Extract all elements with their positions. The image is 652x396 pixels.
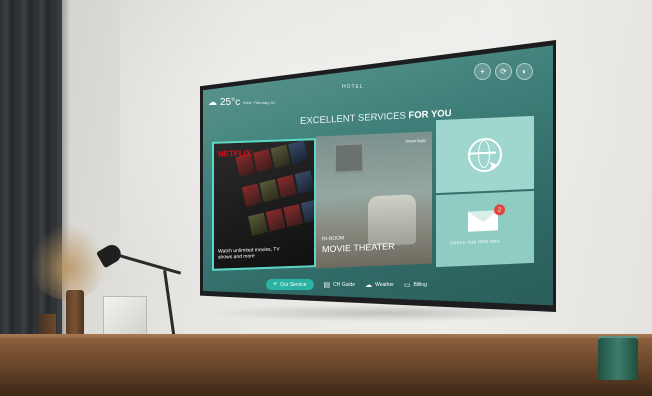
wooden-shelf bbox=[0, 338, 652, 396]
menu-item-weather[interactable]: ☁ Weather bbox=[365, 281, 394, 289]
poster bbox=[294, 170, 315, 194]
mail-tile[interactable]: 2 CHECK THE NEW MAIL bbox=[436, 190, 534, 268]
netflix-text: Watch unlimited movies, TV shows and mor… bbox=[218, 246, 280, 261]
poster bbox=[253, 149, 273, 173]
top-icon-bar: + ⟳ ◐ bbox=[474, 63, 533, 80]
mail-count-badge: 2 bbox=[494, 204, 505, 216]
hotel-label: HOTEL bbox=[342, 84, 364, 90]
room-scene: ☁ 25°c Wed, February 01 HOTEL + ⟳ ◐ EXCE… bbox=[0, 0, 652, 396]
menu-label: Our Service bbox=[280, 281, 307, 288]
armchair bbox=[368, 194, 416, 247]
poster bbox=[259, 178, 280, 203]
poster bbox=[248, 212, 268, 237]
movie-theater-title: MOVIE THEATER bbox=[322, 241, 395, 255]
menu-label: Weather bbox=[375, 281, 394, 288]
web-tile[interactable]: ➤ bbox=[436, 115, 534, 194]
poster bbox=[265, 208, 286, 232]
movie-theater-subtitle: IN-ROOM bbox=[322, 235, 345, 243]
menu-label: Billing bbox=[413, 281, 427, 288]
menu-item-billing[interactable]: ▭ Billing bbox=[404, 281, 427, 289]
speaker bbox=[598, 338, 638, 380]
tv-guide-icon: ▤ bbox=[323, 281, 331, 289]
smart-apps-label: Smart Apps bbox=[405, 137, 426, 144]
globe-icon[interactable]: ◐ bbox=[516, 63, 533, 80]
poster bbox=[300, 199, 316, 224]
mail-text: CHECK THE NEW MAIL bbox=[450, 238, 502, 246]
poster bbox=[283, 204, 304, 228]
poster bbox=[288, 140, 309, 164]
dried-flowers bbox=[28, 220, 108, 300]
plus-icon: + bbox=[273, 281, 278, 288]
poster bbox=[270, 144, 291, 168]
weather-widget: ☁ 25°c Wed, February 01 bbox=[208, 97, 275, 108]
movie-theater-tile[interactable]: Smart Apps IN-ROOM MOVIE THEATER bbox=[316, 131, 432, 269]
wall-picture bbox=[334, 142, 364, 174]
menu-item-ch-guide[interactable]: ▤ CH Guide bbox=[324, 281, 356, 289]
poster bbox=[276, 174, 297, 198]
poster bbox=[241, 183, 262, 207]
cursor-icon: ➤ bbox=[488, 157, 499, 173]
vase bbox=[66, 290, 84, 336]
bottom-menu: + Our Service ▤ CH Guide ☁ Weather ▭ Bil… bbox=[266, 279, 427, 290]
temperature: 25°c bbox=[220, 97, 241, 108]
netflix-logo: NETFLIX bbox=[218, 148, 252, 159]
date-label: Wed, February 01 bbox=[243, 100, 276, 105]
settings-icon[interactable]: ⟳ bbox=[495, 63, 512, 80]
menu-label: CH Guide bbox=[333, 281, 356, 288]
add-icon[interactable]: + bbox=[474, 63, 491, 80]
netflix-tile[interactable]: NETFLIX Watch unlimited movies, TV shows… bbox=[212, 138, 316, 271]
cloud-icon: ☁ bbox=[208, 97, 217, 107]
envelope-icon bbox=[468, 210, 498, 232]
menu-item-our-service[interactable]: + Our Service bbox=[266, 279, 314, 290]
weather-icon: ☁ bbox=[365, 281, 373, 289]
billing-icon: ▭ bbox=[403, 281, 411, 289]
